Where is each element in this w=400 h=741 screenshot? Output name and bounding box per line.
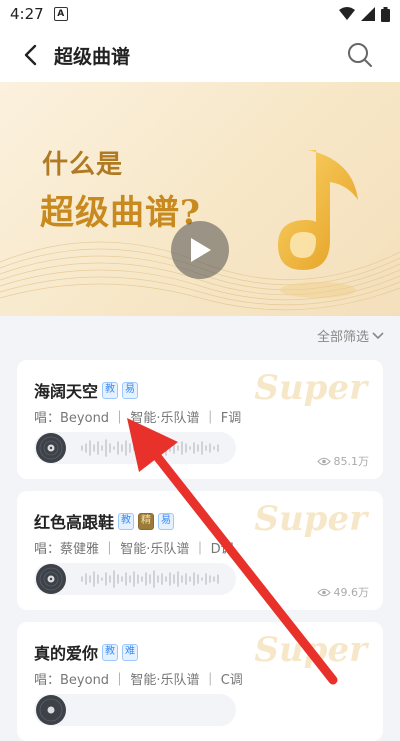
eye-icon (316, 588, 331, 596)
song-title-row: 红色高跟鞋 教 精 易 (34, 509, 175, 533)
eye-icon (316, 457, 331, 465)
banner-heading-small: 什么是 (42, 150, 124, 180)
waveform-icon (81, 570, 219, 588)
search-icon[interactable] (346, 41, 374, 69)
audio-preview-player[interactable] (34, 694, 236, 726)
vinyl-record-icon[interactable] (35, 563, 67, 595)
vinyl-record-icon[interactable] (35, 694, 67, 726)
tag-hard: 难 (122, 643, 139, 661)
song-title: 红色高跟鞋 (34, 513, 115, 532)
banner-heading-large: 超级曲谱? (40, 193, 201, 233)
wifi-icon (339, 7, 355, 20)
tag-teach: 教 (102, 381, 119, 399)
back-arrow-icon[interactable] (18, 41, 46, 69)
filter-label: 全部筛选 (316, 330, 369, 345)
status-time: 4:27 (10, 5, 44, 23)
filter-all-button[interactable]: 全部筛选 (317, 326, 384, 345)
super-watermark: Super (254, 630, 367, 670)
super-watermark: Super (254, 368, 367, 408)
tag-teach: 教 (102, 643, 119, 661)
waveform-icon (81, 439, 219, 457)
tag-premium: 精 (138, 512, 155, 530)
song-meta: 唱：Beyond ｜ 智能·乐队谱 ｜ C调 (34, 673, 243, 688)
tag-easy: 易 (122, 381, 139, 399)
song-card[interactable]: Super 海阔天空 教 易 唱：Beyond ｜ 智能·乐队谱 ｜ F调 85… (17, 360, 383, 479)
song-meta: 唱：蔡健雅 ｜ 智能·乐队谱 ｜ D调 (34, 542, 234, 557)
view-count: 49.6万 (316, 584, 370, 600)
song-card[interactable]: Super 真的爱你 教 难 唱：Beyond ｜ 智能·乐队谱 ｜ C调 (17, 622, 383, 741)
song-card[interactable]: Super 红色高跟鞋 教 精 易 唱：蔡健雅 ｜ 智能·乐队谱 ｜ D调 49… (17, 491, 383, 610)
view-count-value: 85.1万 (333, 455, 370, 468)
audio-preview-player[interactable] (34, 432, 236, 464)
play-icon (191, 238, 211, 262)
signal-icon (361, 7, 375, 21)
page-title: 超级曲谱 (54, 46, 131, 68)
a-icon: A (53, 7, 68, 21)
status-bar: 4:27 A (0, 0, 400, 28)
super-score-logo-icon (278, 150, 358, 298)
song-title-row: 真的爱你 教 难 (34, 640, 139, 664)
audio-preview-player[interactable] (34, 563, 236, 595)
tag-easy: 易 (158, 512, 175, 530)
vinyl-record-icon[interactable] (35, 432, 67, 464)
app-header: 超级曲谱 (0, 28, 400, 82)
view-count: 85.1万 (316, 453, 370, 469)
promo-banner[interactable]: 什么是 超级曲谱? (0, 82, 400, 316)
song-meta: 唱：Beyond ｜ 智能·乐队谱 ｜ F调 (34, 411, 242, 426)
chevron-down-icon (372, 331, 384, 339)
view-count-value: 49.6万 (333, 586, 370, 599)
song-title-row: 海阔天空 教 易 (34, 378, 139, 402)
play-video-button[interactable] (171, 221, 229, 279)
song-title: 真的爱你 (34, 644, 99, 663)
tag-teach: 教 (118, 512, 135, 530)
battery-icon (381, 6, 390, 22)
super-watermark: Super (254, 499, 367, 539)
song-title: 海阔天空 (34, 382, 99, 401)
